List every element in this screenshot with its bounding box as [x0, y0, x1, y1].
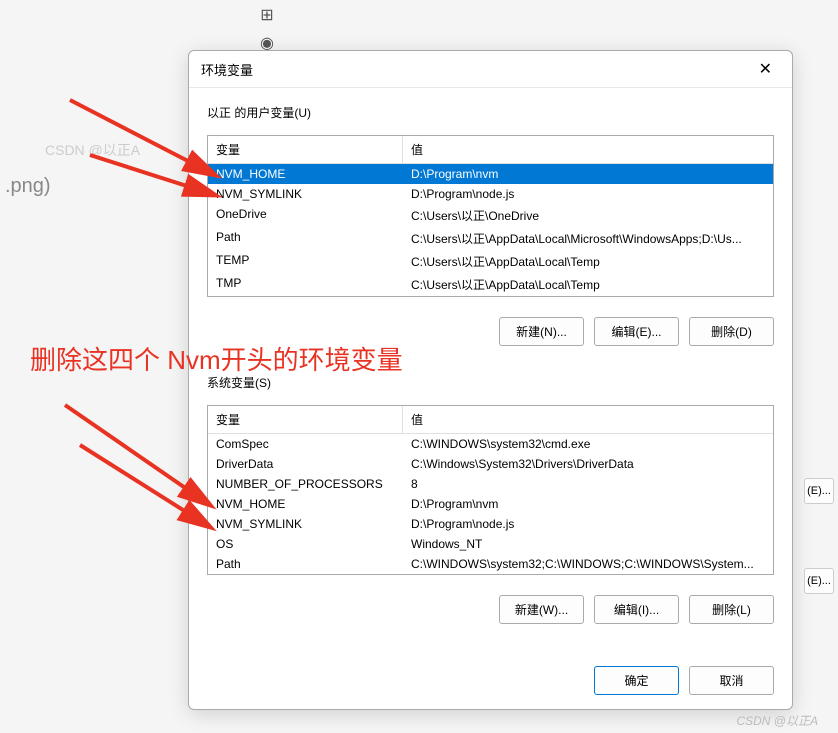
user-vars-label: 以正 的用户变量(U) [207, 104, 774, 121]
annotation-text: 删除这四个 Nvm开头的环境变量 [30, 340, 403, 377]
arrow-annotation-2 [80, 145, 235, 205]
table-row[interactable]: OneDriveC:\Users\以正\OneDrive [208, 204, 773, 227]
system-vars-table[interactable]: 变量 值 ComSpecC:\WINDOWS\system32\cmd.exeD… [207, 405, 774, 575]
arrow-annotation-4 [70, 435, 230, 535]
table-row[interactable]: NVM_SYMLINKD:\Program\node.js [208, 514, 773, 534]
user-edit-button[interactable]: 编辑(E)... [594, 317, 679, 346]
table-row[interactable]: TEMPC:\Users\以正\AppData\Local\Temp [208, 250, 773, 273]
col-value: 值 [403, 406, 773, 433]
table-row[interactable]: ComSpecC:\WINDOWS\system32\cmd.exe [208, 434, 773, 454]
user-vars-table[interactable]: 变量 值 NVM_HOMED:\Program\nvmNVM_SYMLINKD:… [207, 135, 774, 297]
var-name: Path [208, 227, 403, 250]
var-value: C:\WINDOWS\system32;C:\WINDOWS;C:\WINDOW… [403, 554, 773, 574]
var-name: TEMP [208, 250, 403, 273]
var-value: D:\Program\nvm [403, 494, 773, 514]
dialog-titlebar: 环境变量 ✕ [189, 51, 792, 88]
cancel-button[interactable]: 取消 [689, 666, 774, 695]
bottom-watermark: CSDN @以正A [736, 712, 818, 729]
table-row[interactable]: PathC:\Users\以正\AppData\Local\Microsoft\… [208, 227, 773, 250]
table-row[interactable]: DriverDataC:\Windows\System32\Drivers\Dr… [208, 454, 773, 474]
table-row[interactable]: NVM_SYMLINKD:\Program\node.js [208, 184, 773, 204]
var-name: ComSpec [208, 434, 403, 454]
table-row[interactable]: TMPC:\Users\以正\AppData\Local\Temp [208, 273, 773, 296]
table-header: 变量 值 [208, 136, 773, 164]
var-name: DriverData [208, 454, 403, 474]
var-value: D:\Program\nvm [403, 164, 773, 184]
var-name: OS [208, 534, 403, 554]
ok-button[interactable]: 确定 [594, 666, 679, 695]
var-value: C:\Users\以正\AppData\Local\Microsoft\Wind… [403, 227, 773, 250]
table-row[interactable]: NUMBER_OF_PROCESSORS8 [208, 474, 773, 494]
env-vars-dialog: 环境变量 ✕ 以正 的用户变量(U) 变量 值 NVM_HOMED:\Progr… [188, 50, 793, 710]
var-name: Path [208, 554, 403, 574]
var-value: C:\WINDOWS\system32\cmd.exe [403, 434, 773, 454]
table-row[interactable]: NVM_HOMED:\Program\nvm [208, 164, 773, 184]
col-value: 值 [403, 136, 773, 163]
var-value: C:\Users\以正\AppData\Local\Temp [403, 273, 773, 296]
var-name: NUMBER_OF_PROCESSORS [208, 474, 403, 494]
var-value: C:\Users\以正\OneDrive [403, 204, 773, 227]
var-value: D:\Program\node.js [403, 514, 773, 534]
system-delete-button[interactable]: 删除(L) [689, 595, 774, 624]
system-button-row: 新建(W)... 编辑(I)... 删除(L) [207, 595, 774, 624]
system-new-button[interactable]: 新建(W)... [499, 595, 584, 624]
var-name: NVM_SYMLINK [208, 184, 403, 204]
bg-filename: .png) [5, 175, 51, 198]
var-value: 8 [403, 474, 773, 494]
var-name: NVM_HOME [208, 164, 403, 184]
var-value: C:\Users\以正\AppData\Local\Temp [403, 250, 773, 273]
var-name: TMP [208, 273, 403, 296]
side-edit-fragment: (E)... [804, 568, 834, 594]
system-edit-button[interactable]: 编辑(I)... [594, 595, 679, 624]
var-name: NVM_SYMLINK [208, 514, 403, 534]
var-name: OneDrive [208, 204, 403, 227]
table-row[interactable]: NVM_HOMED:\Program\nvm [208, 494, 773, 514]
close-button[interactable]: ✕ [751, 59, 780, 79]
user-delete-button[interactable]: 删除(D) [689, 317, 774, 346]
var-value: Windows_NT [403, 534, 773, 554]
dialog-title: 环境变量 [201, 60, 253, 79]
var-name: NVM_HOME [208, 494, 403, 514]
user-new-button[interactable]: 新建(N)... [499, 317, 584, 346]
side-edit-fragment: (E)... [804, 478, 834, 504]
var-value: D:\Program\node.js [403, 184, 773, 204]
table-row[interactable]: PathC:\WINDOWS\system32;C:\WINDOWS;C:\WI… [208, 554, 773, 574]
col-variable: 变量 [208, 136, 403, 163]
table-row[interactable]: OSWindows_NT [208, 534, 773, 554]
stack-icon: ⊞ [260, 5, 273, 25]
var-value: C:\Windows\System32\Drivers\DriverData [403, 454, 773, 474]
dialog-footer: 确定 取消 [189, 652, 792, 709]
bg-toolbar: ⊞ ◉ [260, 5, 274, 53]
col-variable: 变量 [208, 406, 403, 433]
table-header: 变量 值 [208, 406, 773, 434]
